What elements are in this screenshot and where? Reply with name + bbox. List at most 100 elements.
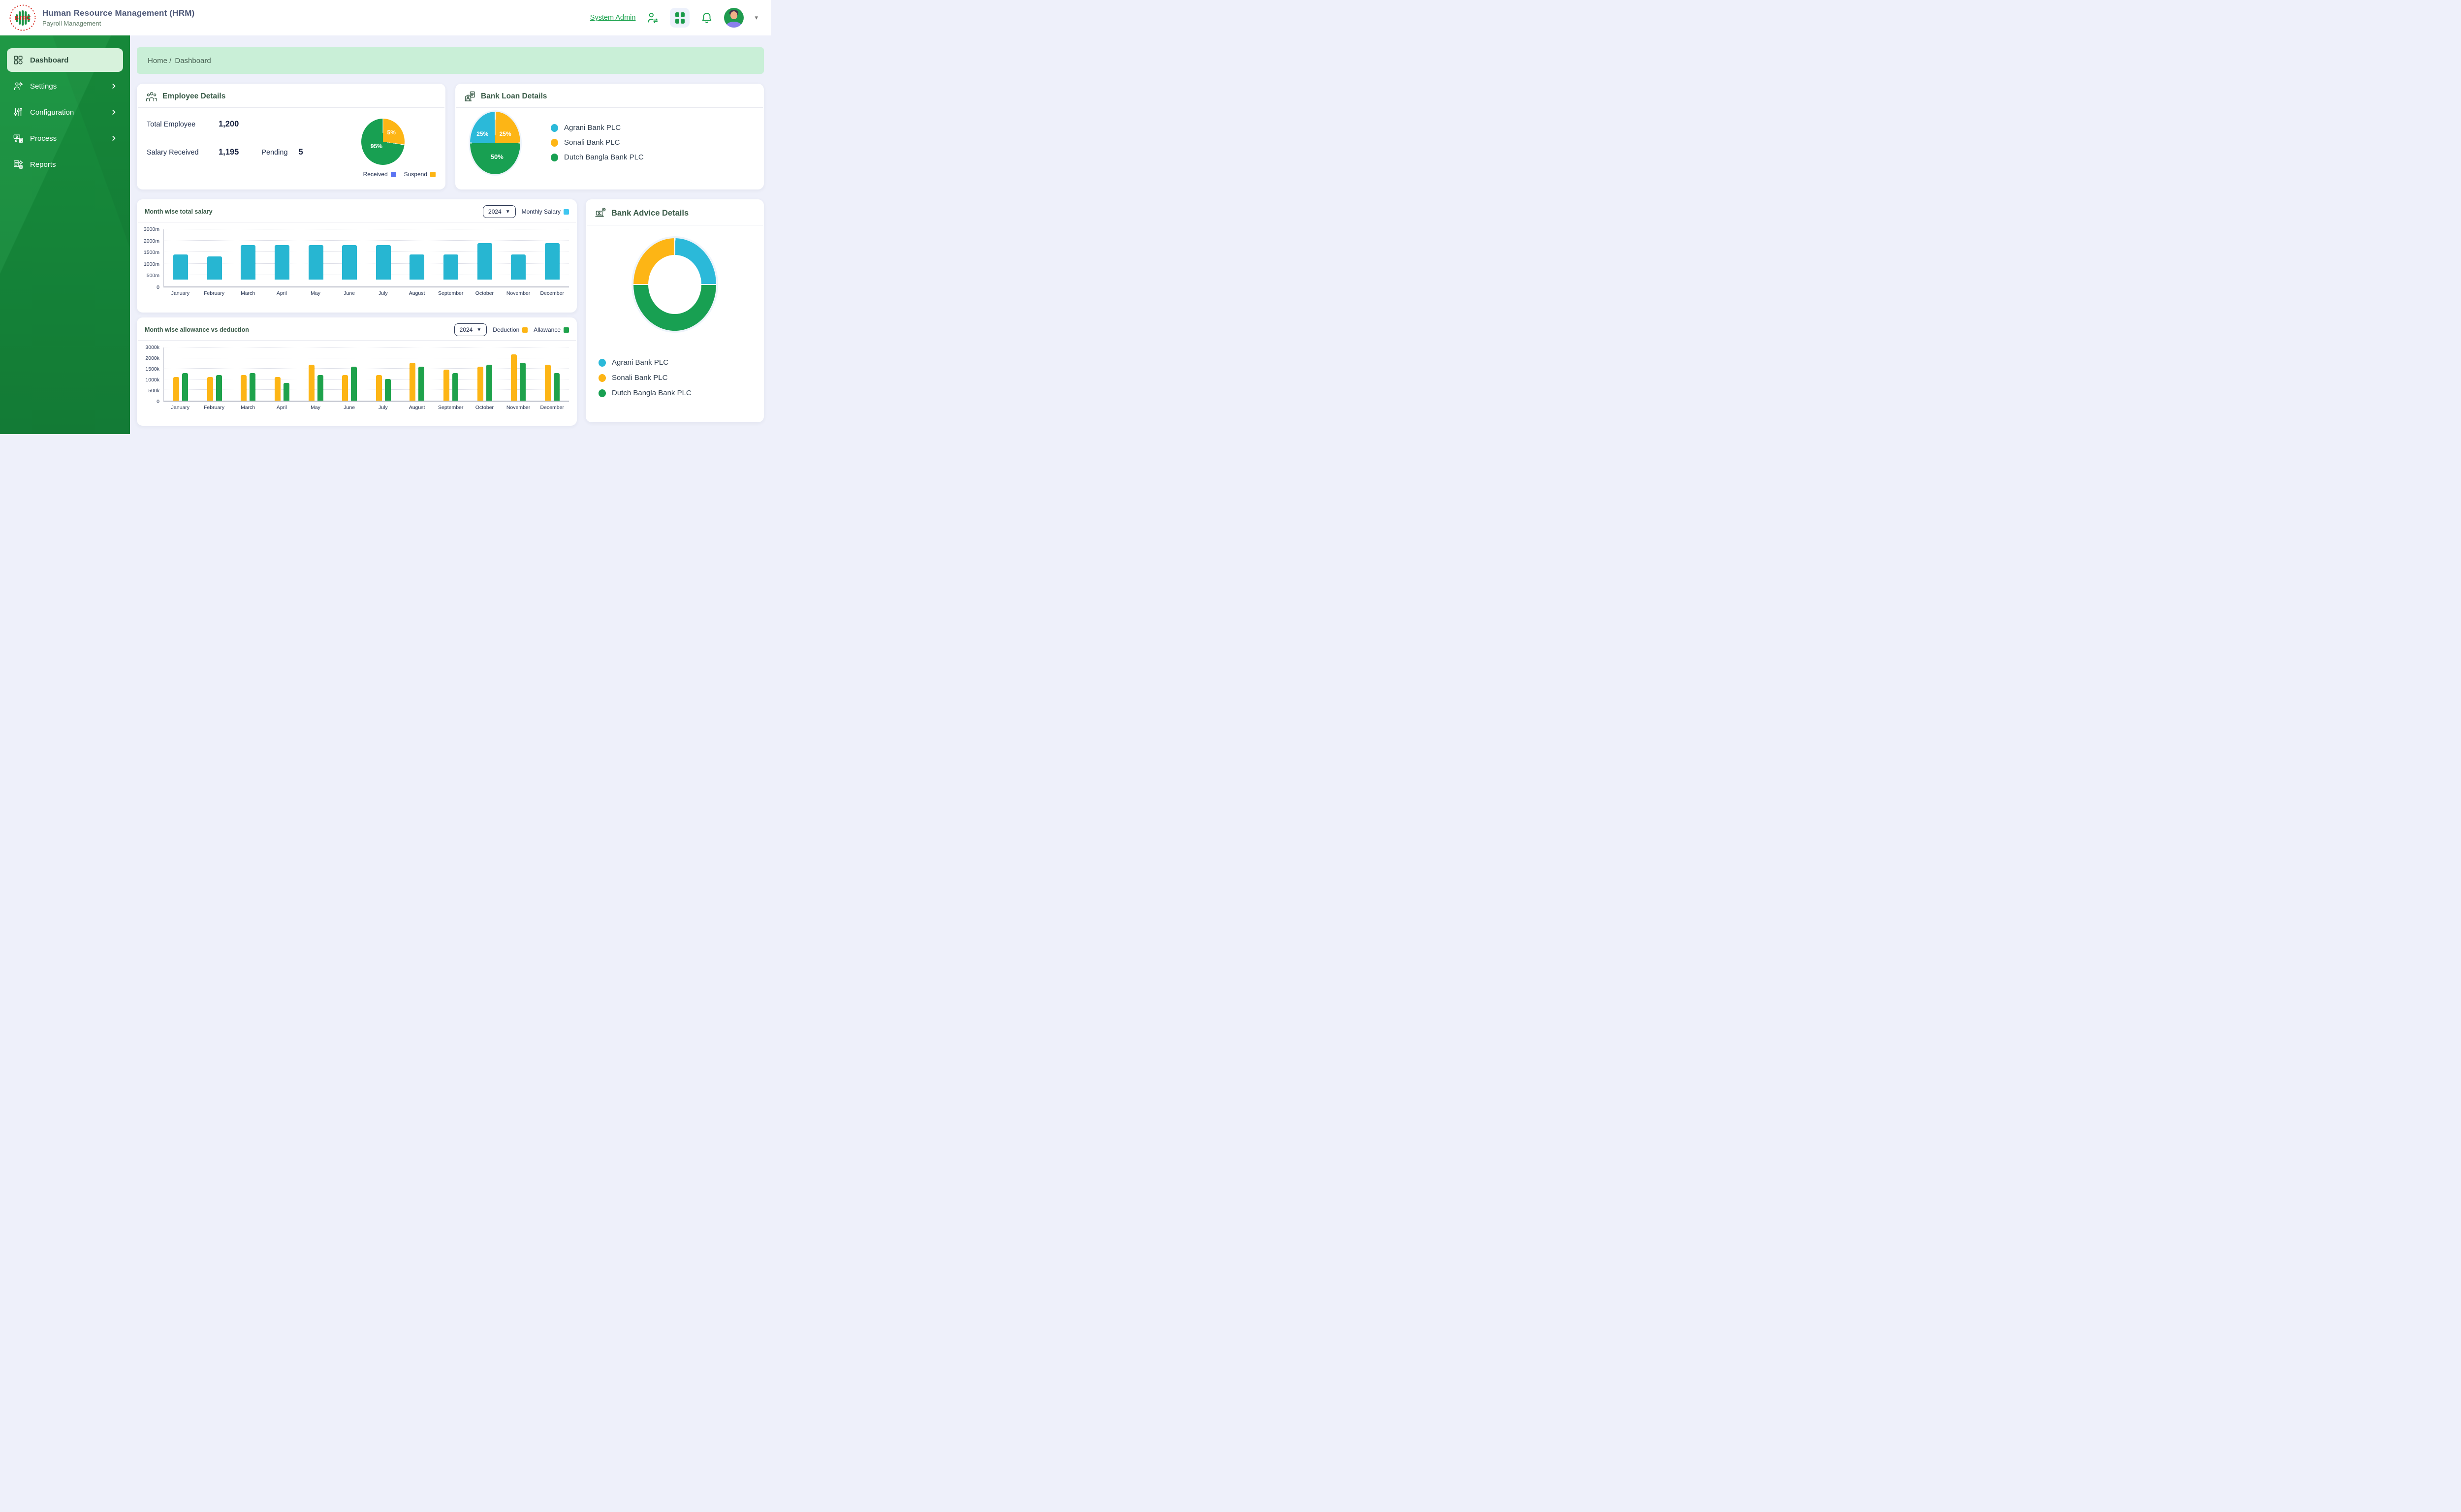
legend-item-agrani-bank[interactable]: Agrani Bank PLC [599, 358, 764, 367]
settings-icon [13, 81, 24, 92]
chevron-right-icon [110, 135, 117, 142]
sidebar-item-settings[interactable]: Settings [7, 74, 123, 98]
year-select-salary[interactable]: 2024▼ [483, 205, 516, 218]
x-tick-label: November [502, 402, 536, 410]
stat-value-salary-received: 1,195 [219, 148, 239, 157]
pie-label-agrani: 25% [476, 130, 488, 137]
x-tick-label: June [332, 287, 366, 296]
allowance-chart-x-labels: JanuaryFebruaryMarchAprilMayJuneJulyAugu… [159, 402, 577, 410]
breadcrumb-home-link[interactable]: Home / [148, 57, 171, 65]
y-tick-label: 1000k [145, 377, 159, 383]
allawance-bar [520, 363, 526, 401]
pie-label-suspend: 5% [387, 129, 396, 136]
y-tick-label: 500k [148, 388, 159, 394]
x-tick-label: July [366, 402, 400, 410]
system-admin-link[interactable]: System Admin [590, 14, 636, 22]
sidebar-item-process[interactable]: Process [7, 126, 123, 150]
legend-item-received[interactable]: Received [363, 171, 396, 178]
bar-group-june [333, 229, 367, 286]
top-header-bar: BTRC Human Resource Management (HRM) Pay… [0, 0, 771, 35]
bank-advice-icon [595, 207, 606, 219]
bank-loan-pie-chart: 25% 25% 50% [470, 112, 520, 174]
legend-item-sonali-bank[interactable]: Sonali Bank PLC [599, 374, 764, 382]
sidebar-item-reports[interactable]: Reports [7, 153, 123, 176]
bank-loan-icon [464, 91, 476, 102]
monthly-salary-bar [173, 254, 188, 280]
legend-item-allawance[interactable]: Allawance [534, 326, 569, 333]
divider [138, 340, 576, 341]
legend-item-deduction[interactable]: Deduction [493, 326, 528, 333]
bar-group-june [333, 347, 367, 401]
monthly-salary-bar [511, 254, 526, 280]
legend-item-monthly-salary[interactable]: Monthly Salary [522, 208, 569, 215]
user-avatar[interactable] [724, 8, 744, 28]
bar-group-march [231, 347, 265, 401]
legend-item-sonali-bank[interactable]: Sonali Bank PLC [551, 138, 644, 147]
bar-group-january [164, 347, 198, 401]
deduction-bar [443, 370, 449, 401]
bank-loan-details-card: Bank Loan Details 25% 25% 50% Agrani B [455, 84, 764, 189]
allawance-bar [554, 373, 560, 401]
allawance-bar [317, 375, 323, 401]
sidebar-item-dashboard[interactable]: Dashboard [7, 48, 123, 72]
bar-group-january [164, 229, 198, 286]
sidebar-item-label: Process [30, 134, 57, 143]
breadcrumb: Home / Dashboard [137, 47, 764, 74]
x-tick-label: June [332, 402, 366, 410]
bar-group-august [400, 229, 434, 286]
profile-chevron-down-icon[interactable]: ▾ [755, 14, 758, 22]
card-title: Bank Advice Details [611, 209, 689, 218]
allawance-bar [284, 383, 289, 401]
salary-chart-plot [163, 229, 569, 287]
monthly-salary-bar [241, 245, 255, 280]
bank-loan-legend: Agrani Bank PLC Sonali Bank PLC Dutch Ba… [551, 124, 644, 161]
monthly-salary-bar [477, 243, 492, 280]
deduction-bar [342, 375, 348, 401]
legend-swatch-allawance [564, 327, 569, 333]
stat-label-total-employee: Total Employee [147, 121, 202, 128]
bar-group-october [468, 347, 502, 401]
bank-advice-details-card: Bank Advice Details Agrani Bank PLC [586, 199, 764, 422]
employee-details-card: Employee Details Total Employee 1,200 Sa… [137, 84, 445, 189]
legend-item-dutch-bangla-bank[interactable]: Dutch Bangla Bank PLC [599, 389, 764, 397]
legend-dot [551, 154, 558, 161]
bar-group-october [468, 229, 502, 286]
deduction-bar [275, 377, 281, 401]
deduction-bar [241, 375, 247, 401]
bar-group-february [198, 347, 232, 401]
legend-dot [599, 374, 606, 382]
x-tick-label: August [400, 287, 434, 296]
x-tick-label: April [265, 402, 299, 410]
apps-grid-icon[interactable] [670, 8, 690, 28]
legend-swatch-monthly-salary [564, 209, 569, 215]
salary-chart-x-labels: JanuaryFebruaryMarchAprilMayJuneJulyAugu… [159, 287, 577, 296]
bar-group-march [231, 229, 265, 286]
legend-swatch-deduction [522, 327, 528, 333]
legend-dot [551, 124, 558, 132]
employees-group-icon [146, 91, 158, 102]
process-payroll-icon [13, 133, 24, 144]
notifications-bell-icon[interactable] [700, 11, 713, 24]
legend-dot [599, 359, 606, 367]
deduction-bar [545, 365, 551, 401]
year-select-allowance[interactable]: 2024▼ [454, 323, 487, 336]
stat-label-salary-received: Salary Received [147, 149, 202, 157]
x-tick-label: March [231, 287, 265, 296]
legend-item-suspend[interactable]: Suspend [404, 171, 436, 178]
legend-swatch-received [391, 172, 396, 177]
breadcrumb-current: Dashboard [175, 57, 211, 65]
header-actions: System Admin ▾ [590, 8, 758, 28]
sidebar-item-label: Reports [30, 160, 56, 169]
user-switch-icon[interactable] [646, 11, 659, 24]
x-tick-label: September [434, 287, 468, 296]
bar-group-december [535, 347, 569, 401]
allowance-deduction-chart-card: Month wise allowance vs deduction 2024▼ … [137, 317, 577, 426]
btrc-logo: BTRC [9, 4, 36, 32]
sidebar-item-configuration[interactable]: Configuration [7, 100, 123, 124]
legend-item-agrani-bank[interactable]: Agrani Bank PLC [551, 124, 644, 132]
bar-group-july [367, 229, 401, 286]
pie-label-received: 95% [371, 143, 382, 150]
bank-advice-legend: Agrani Bank PLC Sonali Bank PLC Dutch Ba… [599, 358, 764, 397]
legend-item-dutch-bangla-bank[interactable]: Dutch Bangla Bank PLC [551, 153, 644, 161]
chevron-down-icon: ▼ [505, 209, 510, 215]
